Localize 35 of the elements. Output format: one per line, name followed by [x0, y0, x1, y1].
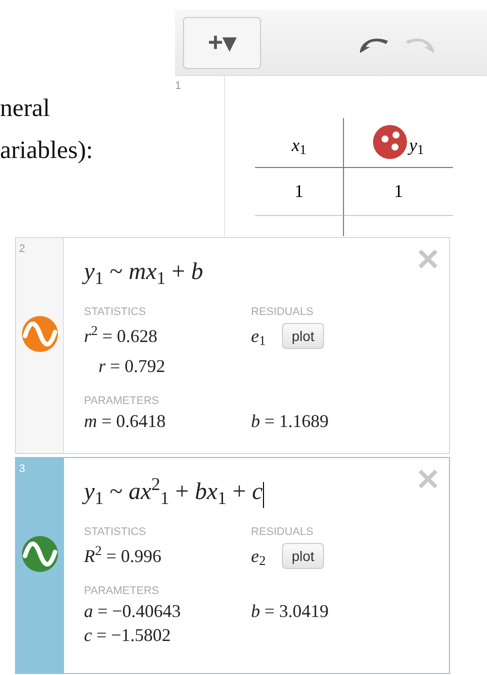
- line-number: 1: [175, 79, 182, 94]
- parameter-value: b = 3.0419: [251, 600, 330, 623]
- line-number: 2: [19, 242, 26, 257]
- residual-variable: e$_{1}$: [251, 324, 266, 350]
- section-label: RESIDUALS: [251, 305, 314, 320]
- parameter-value: m = 0.6418: [84, 410, 167, 433]
- statistic-value: r$^{2}$ = 0.628: [84, 322, 158, 348]
- section-label: RESIDUALS: [251, 525, 314, 540]
- expression-panel[interactable]: 2 y$_{1}$ ~ mx$_{1}$ + b STATISTICS r$^{2}$ = 0.628 r = 0.792 RESIDUALS e$_{1}$ plot PARAMETERS m = 0.6418 b = 1.1689: [15, 237, 450, 454]
- column-header: y$_{1}$: [409, 134, 424, 159]
- section-label: STATISTICS: [84, 525, 147, 540]
- document-text: neral: [0, 94, 51, 124]
- statistic-value: r = 0.792: [98, 354, 166, 378]
- document-text: ariables):: [0, 136, 94, 166]
- close-icon[interactable]: [417, 248, 439, 270]
- line-number: 3: [19, 462, 26, 477]
- section-label: PARAMETERS: [84, 584, 160, 598]
- add-button[interactable]: +▾: [183, 16, 261, 68]
- residual-variable: e$_{2}$: [251, 544, 266, 570]
- plot-button[interactable]: plot: [282, 323, 324, 349]
- parameter-value: b = 1.1689: [251, 410, 330, 433]
- section-label: PARAMETERS: [84, 394, 160, 408]
- statistic-value: R$^{2}$ = 0.996: [84, 542, 162, 568]
- points-icon[interactable]: [373, 125, 408, 159]
- parameter-value: a = −0.40643: [84, 600, 182, 623]
- parameter-value: c = −1.5802: [84, 624, 172, 647]
- table-cell-text: 1: [394, 180, 403, 203]
- plot-button[interactable]: plot: [282, 543, 324, 569]
- close-icon[interactable]: [417, 468, 439, 490]
- section-label: STATISTICS: [84, 305, 147, 320]
- expression-panel[interactable]: 3 y$_{1}$ ~ ax$^{2}$$_{1}$ + bx$_{1}$ + c STATISTICS R$^{2}$ = 0.996 RESIDUALS e$_{2}$ plot PARAMETERS a = −0.40643 b = 3.0419 c = −1.5802: [15, 457, 450, 674]
- column-header: x$_{1}$: [292, 134, 306, 159]
- regression-formula: y$_{1}$ ~ mx$_{1}$ + b: [84, 258, 204, 290]
- regression-formula: y$_{1}$ ~ ax$^{2}$$_{1}$ + bx$_{1}$ + c: [84, 474, 263, 510]
- table-cell-text: 1: [294, 180, 304, 203]
